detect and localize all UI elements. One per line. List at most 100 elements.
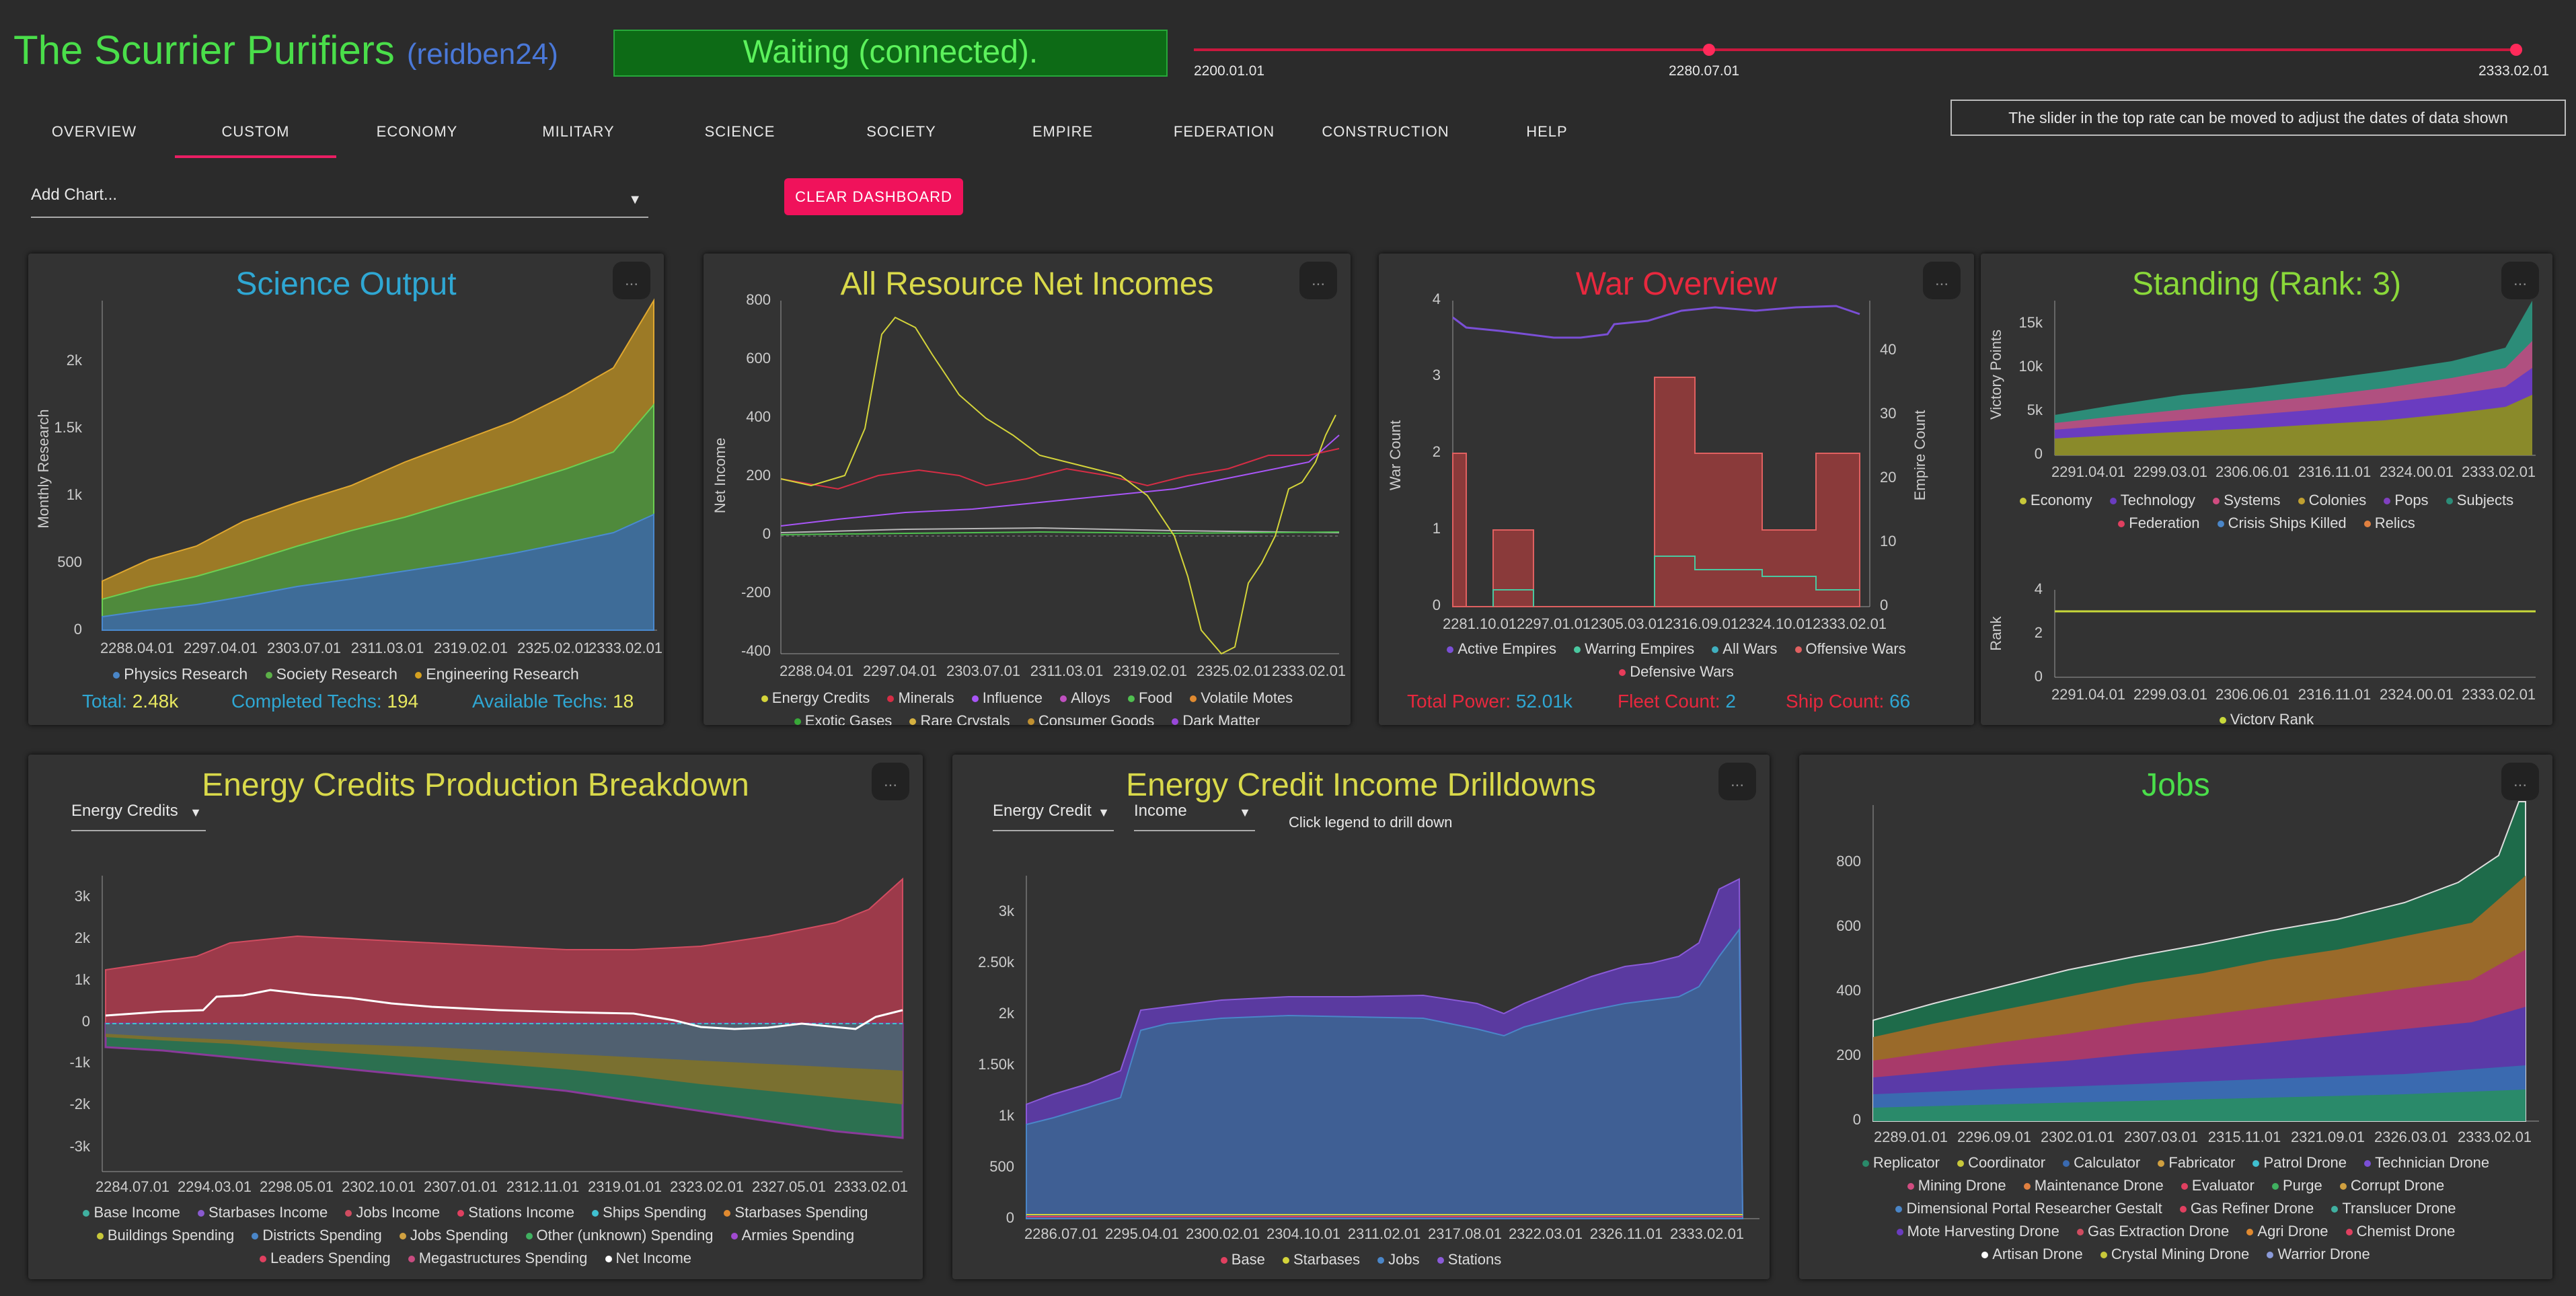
- legend-item[interactable]: Gas Refiner Drone: [2179, 1200, 2314, 1217]
- legend-item[interactable]: Jobs Spending: [399, 1227, 508, 1244]
- legend-item[interactable]: Dimensional Portal Researcher Gestalt: [1895, 1200, 2162, 1217]
- legend-item[interactable]: Warring Empires: [1574, 640, 1694, 658]
- legend-item[interactable]: Leaders Spending: [259, 1250, 391, 1267]
- legend-item[interactable]: Coordinator: [1957, 1154, 2045, 1172]
- slider-thumb-end[interactable]: [2510, 44, 2522, 56]
- y2-tick: 30: [1880, 405, 1896, 422]
- legend-item[interactable]: Victory Rank: [2219, 711, 2314, 725]
- legend-item[interactable]: Gas Extraction Drone: [2076, 1223, 2229, 1240]
- legend-item[interactable]: Economy: [2019, 492, 2092, 509]
- tab-economy[interactable]: ECONOMY: [336, 111, 498, 158]
- legend-item[interactable]: Crystal Mining Drone: [2100, 1246, 2249, 1263]
- x-tick: 2295.04.01: [1105, 1225, 1179, 1242]
- legend-item[interactable]: Crisis Ships Killed: [2217, 514, 2347, 532]
- y-tick: 5k: [2027, 402, 2043, 418]
- legend-item[interactable]: Starbases Spending: [724, 1204, 868, 1221]
- legend-item[interactable]: Technician Drone: [2364, 1154, 2489, 1172]
- legend-item[interactable]: Consumer Goods: [1027, 712, 1154, 725]
- legend-item[interactable]: Jobs: [1377, 1251, 1420, 1268]
- y-tick: 1k: [999, 1107, 1015, 1124]
- legend-item[interactable]: Mining Drone: [1907, 1177, 2006, 1194]
- legend-item[interactable]: Stations Income: [457, 1204, 574, 1221]
- legend-item[interactable]: Food: [1127, 689, 1172, 707]
- x-tick: 2322.03.01: [1509, 1225, 1583, 1242]
- legend-item[interactable]: Rare Crystals: [909, 712, 1010, 725]
- legend-item[interactable]: Chemist Drone: [2345, 1223, 2455, 1240]
- legend-item[interactable]: Base: [1220, 1251, 1265, 1268]
- legend-item[interactable]: Maintenance Drone: [2023, 1177, 2164, 1194]
- legend-item[interactable]: Systems: [2213, 492, 2281, 509]
- x-tick: 2326.03.01: [2374, 1129, 2448, 1145]
- legend-item[interactable]: Technology: [2109, 492, 2195, 509]
- legend-item[interactable]: Replicator: [1862, 1154, 1940, 1172]
- clear-dashboard-button[interactable]: CLEAR DASHBOARD: [784, 178, 963, 215]
- tab-empire[interactable]: EMPIRE: [982, 111, 1143, 158]
- tab-help[interactable]: HELP: [1466, 111, 1628, 158]
- legend-item[interactable]: Starbases Income: [197, 1204, 328, 1221]
- legend-item[interactable]: Alloys: [1060, 689, 1110, 707]
- legend-item[interactable]: Armies Spending: [730, 1227, 854, 1244]
- legend-item[interactable]: Jobs Income: [345, 1204, 440, 1221]
- legend-item[interactable]: Active Empires: [1447, 640, 1556, 658]
- legend-item[interactable]: Starbases: [1282, 1251, 1360, 1268]
- legend-item[interactable]: Engineering Research: [415, 665, 579, 683]
- slider-thumb-start[interactable]: [1703, 44, 1715, 56]
- legend-item[interactable]: Districts Spending: [252, 1227, 382, 1244]
- legend-item[interactable]: All Wars: [1712, 640, 1777, 658]
- legend-item[interactable]: Stations: [1437, 1251, 1501, 1268]
- legend-item[interactable]: Federation: [2118, 514, 2199, 532]
- legend-item[interactable]: Purge: [2271, 1177, 2322, 1194]
- legend-item[interactable]: Dark Matter: [1172, 712, 1260, 725]
- legend-item[interactable]: Exotic Gases: [794, 712, 892, 725]
- science-chart: 0 500 1k 1.5k 2k Monthly Research 2288.0…: [35, 298, 662, 656]
- y-tick: 0: [2035, 445, 2043, 462]
- legend-item[interactable]: Calculator: [2063, 1154, 2140, 1172]
- tab-construction[interactable]: CONSTRUCTION: [1305, 111, 1466, 158]
- legend-item[interactable]: Ships Spending: [592, 1204, 706, 1221]
- empire-name: The Scurrier Purifiers: [13, 28, 395, 73]
- legend-item[interactable]: Translucer Drone: [2331, 1200, 2456, 1217]
- tab-federation[interactable]: FEDERATION: [1143, 111, 1305, 158]
- x-tick: 2297.04.01: [184, 640, 258, 656]
- legend-item[interactable]: Corrupt Drone: [2339, 1177, 2444, 1194]
- legend-item[interactable]: Energy Credits: [761, 689, 870, 707]
- legend-item[interactable]: Base Income: [83, 1204, 180, 1221]
- tab-society[interactable]: SOCIETY: [821, 111, 982, 158]
- legend-item[interactable]: Influence: [971, 689, 1043, 707]
- legend-item[interactable]: Net Income: [605, 1250, 691, 1267]
- legend-item[interactable]: Subjects: [2446, 492, 2513, 509]
- y2-tick: 20: [1880, 469, 1896, 486]
- x-tick: 2303.07.01: [946, 662, 1020, 679]
- legend-item[interactable]: Offensive Wars: [1794, 640, 1906, 658]
- legend-item[interactable]: Megastructures Spending: [408, 1250, 587, 1267]
- x-tick: 2288.04.01: [100, 640, 174, 656]
- tab-overview[interactable]: OVERVIEW: [13, 111, 175, 158]
- legend-item[interactable]: Other (unknown) Spending: [525, 1227, 713, 1244]
- legend-item[interactable]: Defensive Wars: [1619, 663, 1734, 681]
- legend-item[interactable]: Mote Harvesting Drone: [1896, 1223, 2059, 1240]
- legend-item[interactable]: Buildings Spending: [96, 1227, 234, 1244]
- legend-item[interactable]: Artisan Drone: [1981, 1246, 2083, 1263]
- legend-item[interactable]: Colonies: [2298, 492, 2366, 509]
- legend-item[interactable]: Evaluator: [2181, 1177, 2255, 1194]
- legend-item[interactable]: Patrol Drone: [2252, 1154, 2347, 1172]
- legend-item[interactable]: Physics Research: [113, 665, 248, 683]
- legend-item[interactable]: Pops: [2384, 492, 2429, 509]
- tab-custom[interactable]: CUSTOM: [175, 111, 336, 158]
- tab-military[interactable]: MILITARY: [498, 111, 659, 158]
- tab-science[interactable]: SCIENCE: [659, 111, 821, 158]
- x-tick: 2317.08.01: [1428, 1225, 1502, 1242]
- add-chart-select[interactable]: Add Chart... ▼: [31, 186, 648, 218]
- y2-tick: 10: [1880, 533, 1896, 549]
- legend-item[interactable]: Relics: [2363, 514, 2415, 532]
- legend-item[interactable]: Volatile Motes: [1190, 689, 1293, 707]
- legend-item[interactable]: Warrior Drone: [2267, 1246, 2370, 1263]
- legend-item[interactable]: Agri Drone: [2246, 1223, 2328, 1240]
- chart-legend: Base Starbases Jobs Stations: [952, 1251, 1770, 1268]
- date-range-slider[interactable]: 2200.01.01 2280.07.01 2333.02.01: [1194, 30, 2549, 83]
- legend-item[interactable]: Society Research: [265, 665, 397, 683]
- slider-track[interactable]: [1194, 48, 2522, 51]
- legend-item[interactable]: Minerals: [887, 689, 954, 707]
- legend-item[interactable]: Fabricator: [2158, 1154, 2235, 1172]
- y-tick: 0: [763, 525, 771, 542]
